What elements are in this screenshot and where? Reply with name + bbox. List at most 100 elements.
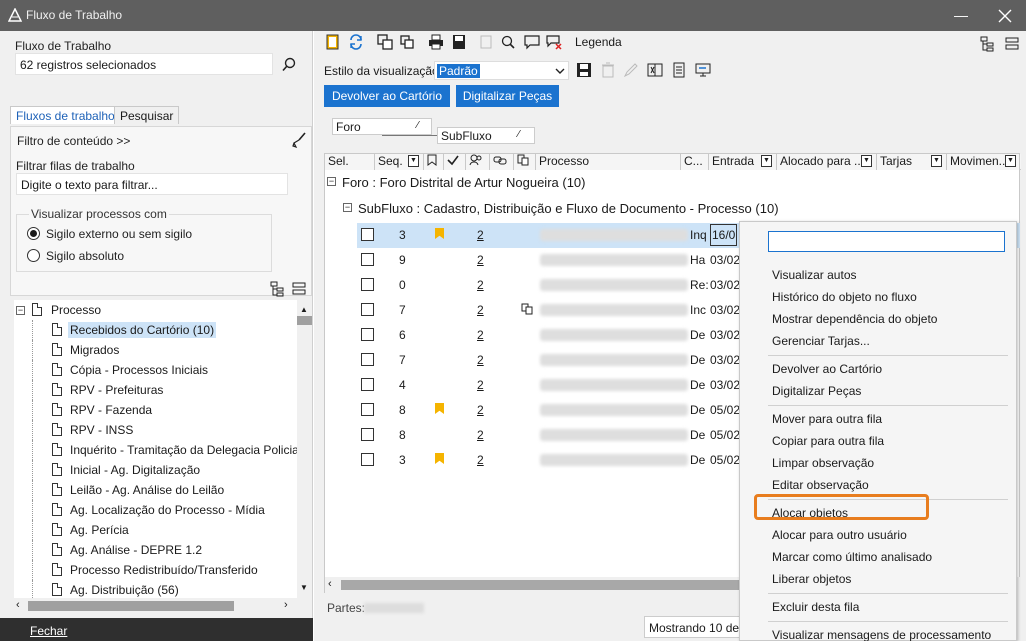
refresh-icon[interactable]	[348, 34, 364, 50]
tab-workflows[interactable]: Fluxos de trabalho	[10, 106, 121, 124]
col-header-seq[interactable]: Seq. ▼	[375, 154, 424, 170]
row-count-link[interactable]: 2	[477, 228, 484, 242]
menu-item[interactable]: Devolver ao Cartório	[772, 362, 882, 376]
tree-item[interactable]: Ag. Distribuição (56)	[14, 580, 297, 598]
tree-vertical-scrollbar[interactable]: ▲ ▼	[297, 300, 312, 598]
col-header-link[interactable]	[490, 154, 514, 170]
menu-item[interactable]: Copiar para outra fila	[772, 434, 884, 448]
export-excel-icon[interactable]	[647, 62, 663, 78]
scroll-left-icon[interactable]: ‹	[328, 578, 332, 590]
group-foro-header[interactable]: Foro : Foro Distrital de Artur Nogueira …	[342, 175, 585, 190]
col-header-entry[interactable]: Entrada ▼	[709, 154, 777, 170]
save-view-icon[interactable]	[576, 62, 592, 78]
tree-item[interactable]: Migrados	[14, 340, 297, 360]
row-checkbox[interactable]	[361, 353, 374, 366]
save-print-icon[interactable]	[451, 34, 467, 50]
col-header-check[interactable]	[444, 154, 466, 170]
row-count-link[interactable]: 2	[477, 303, 484, 317]
group-chip-foro[interactable]: Foro ⁄	[332, 118, 432, 135]
tree-item[interactable]: Inquérito - Tramitação da Delegacia Poli…	[14, 440, 297, 460]
row-checkbox[interactable]	[361, 228, 374, 241]
row-count-link[interactable]: 2	[477, 328, 484, 342]
brush-icon[interactable]	[291, 132, 307, 148]
radio-absolute-secrecy[interactable]	[27, 249, 40, 262]
chevron-down-icon[interactable]: ▼	[931, 155, 942, 167]
search-icon[interactable]	[281, 57, 297, 73]
tree-horizontal-scrollbar[interactable]: ‹ ›	[14, 598, 297, 614]
radio-external-secrecy[interactable]	[27, 227, 40, 240]
col-header-process[interactable]: Processo	[536, 154, 681, 170]
scroll-right-icon[interactable]: ›	[284, 599, 288, 611]
row-count-link[interactable]: 2	[477, 278, 484, 292]
legend-button[interactable]: Legenda	[575, 35, 622, 49]
tree-item[interactable]: Recebidos do Cartório (10)	[14, 320, 297, 340]
comment-icon[interactable]	[524, 34, 540, 50]
row-count-link[interactable]: 2	[477, 253, 484, 267]
menu-item[interactable]: Liberar objetos	[772, 572, 851, 586]
chevron-down-icon[interactable]: ▼	[408, 155, 419, 167]
col-header-c[interactable]: C...	[681, 154, 709, 170]
menu-item[interactable]: Editar observação	[772, 478, 869, 492]
filter-queues-input[interactable]: Digite o texto para filtrar...	[16, 173, 288, 195]
menu-item[interactable]: Visualizar autos	[772, 268, 857, 282]
digitize-pieces-button[interactable]: Digitalizar Peças	[456, 85, 559, 107]
row-count-link[interactable]: 2	[477, 378, 484, 392]
row-checkbox[interactable]	[361, 303, 374, 316]
col-header-dependency[interactable]	[514, 154, 536, 170]
content-filter-toggle[interactable]: Filtro de conteúdo >>	[17, 134, 130, 148]
context-menu-search-input[interactable]	[768, 231, 1005, 252]
scroll-thumb[interactable]	[297, 316, 312, 325]
menu-item[interactable]: Excluir desta fila	[772, 600, 859, 614]
row-checkbox[interactable]	[361, 428, 374, 441]
menu-item[interactable]: Marcar como último analisado	[772, 550, 932, 564]
view-style-select[interactable]: Padrão	[434, 61, 569, 80]
row-count-link[interactable]: 2	[477, 453, 484, 467]
screen-export-icon[interactable]	[695, 62, 711, 78]
tree-item[interactable]: Processo Redistribuído/Transferido	[14, 560, 297, 580]
tree-item[interactable]: Leilão - Ag. Análise do Leilão	[14, 480, 297, 500]
menu-item[interactable]: Digitalizar Peças	[772, 384, 861, 398]
row-count-link[interactable]: 2	[477, 353, 484, 367]
copy-icon[interactable]	[377, 34, 393, 50]
row-checkbox[interactable]	[361, 453, 374, 466]
workflow-field[interactable]: 62 registros selecionados	[15, 53, 273, 75]
menu-item[interactable]: Alocar para outro usuário	[772, 528, 907, 542]
dependency-icon[interactable]	[521, 303, 533, 315]
hscroll-thumb[interactable]	[28, 601, 234, 611]
row-checkbox[interactable]	[361, 403, 374, 416]
chevron-down-icon[interactable]: ▼	[1005, 155, 1016, 167]
report-icon[interactable]	[671, 62, 687, 78]
col-header-allocated[interactable]: Alocado para ... ▼	[777, 154, 877, 170]
close-window-button[interactable]	[984, 0, 1026, 31]
tree-item[interactable]: Cópia - Processos Iniciais	[14, 360, 297, 380]
new-document-icon[interactable]	[325, 34, 341, 50]
collapse-group-icon[interactable]: −	[327, 177, 336, 186]
group-chip-subfluxo[interactable]: SubFluxo ⁄	[437, 127, 535, 144]
col-header-bookmark[interactable]	[424, 154, 444, 170]
grid-hscroll-thumb[interactable]	[341, 580, 741, 590]
print-icon[interactable]	[428, 34, 444, 50]
expand-tree-icon[interactable]	[270, 281, 286, 297]
chevron-down-icon[interactable]: ▼	[861, 155, 872, 167]
row-checkbox[interactable]	[361, 253, 374, 266]
tree-item[interactable]: Inicial - Ag. Digitalização	[14, 460, 297, 480]
row-count-link[interactable]: 2	[477, 428, 484, 442]
minimize-button[interactable]: —	[940, 0, 982, 31]
menu-item[interactable]: Visualizar mensagens de processamento	[772, 628, 991, 641]
tree-item[interactable]: Ag. Perícia	[14, 520, 297, 540]
chevron-down-icon[interactable]: ▼	[761, 155, 772, 167]
tree-item[interactable]: RPV - Fazenda	[14, 400, 297, 420]
tab-search[interactable]: Pesquisar	[114, 106, 180, 124]
collapse-node-icon[interactable]: −	[16, 306, 25, 315]
col-header-movement[interactable]: Movimen... ▼	[947, 154, 1020, 170]
collapse-tree-icon[interactable]	[291, 281, 307, 297]
col-header-sel[interactable]: Sel.	[325, 154, 375, 170]
menu-item[interactable]: Mover para outra fila	[772, 412, 882, 426]
tree-item[interactable]: RPV - Prefeituras	[14, 380, 297, 400]
col-header-users[interactable]	[466, 154, 490, 170]
return-to-registry-button[interactable]: Devolver ao Cartório	[324, 85, 450, 107]
menu-item[interactable]: Mostrar dependência do objeto	[772, 312, 937, 326]
collapse-subgroup-icon[interactable]: −	[343, 203, 352, 212]
delete-comment-icon[interactable]	[546, 34, 562, 50]
group-subfluxo-header[interactable]: SubFluxo : Cadastro, Distribuição e Flux…	[358, 201, 779, 216]
